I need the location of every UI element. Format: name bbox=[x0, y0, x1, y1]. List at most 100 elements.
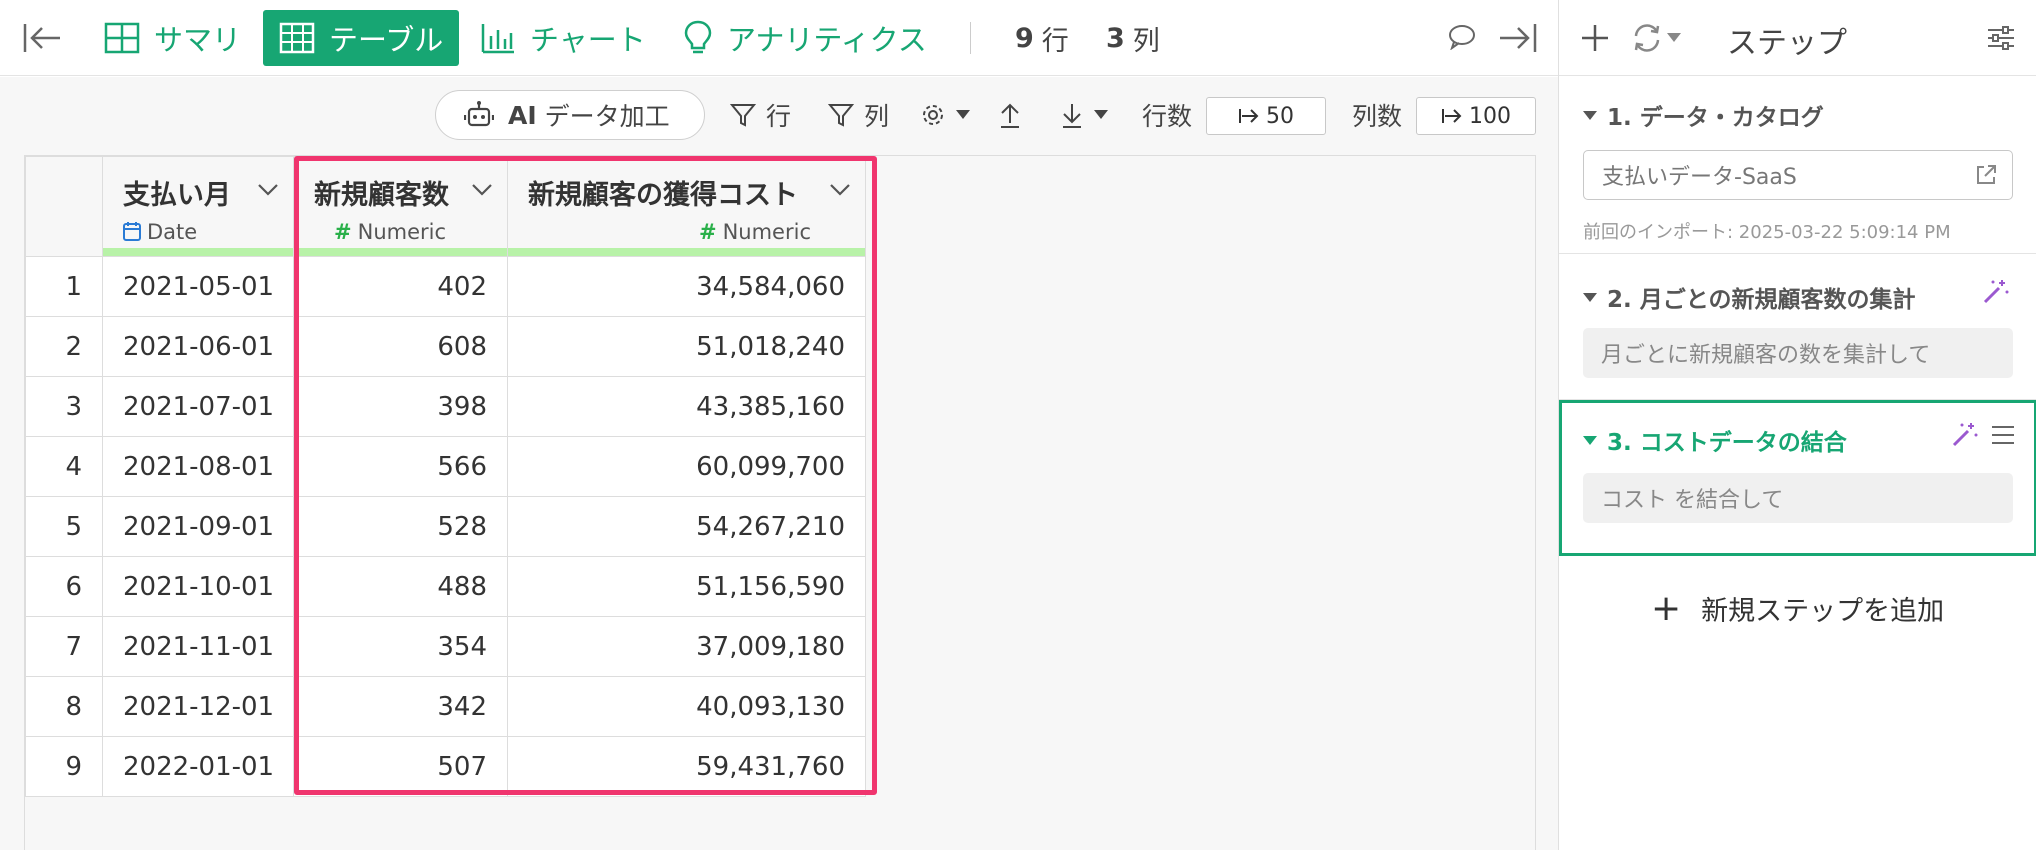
numeric-hash-icon: # bbox=[698, 220, 717, 244]
sort-ascending-button[interactable] bbox=[998, 90, 1032, 140]
numeric-hash-icon: # bbox=[334, 220, 352, 244]
payment-month-cell[interactable]: 2021-06-01 bbox=[102, 316, 294, 377]
sort-descending-dropdown[interactable] bbox=[1060, 90, 1118, 140]
new-customers-cell[interactable]: 528 bbox=[293, 496, 508, 557]
row-limit-label: 行数 bbox=[1142, 90, 1192, 140]
column-count: 3 列 bbox=[1106, 10, 1160, 66]
tab-summary[interactable]: サマリ bbox=[104, 10, 241, 66]
tab-summary-label: サマリ bbox=[154, 23, 242, 57]
payment-month-cell[interactable]: 2021-07-01 bbox=[102, 376, 294, 437]
column-filter-button[interactable]: 列 bbox=[828, 90, 889, 140]
gear-icon bbox=[923, 105, 943, 125]
filter-icon bbox=[828, 104, 854, 127]
row-number: 6 bbox=[25, 556, 103, 617]
column-limit-label-text: 列数 bbox=[1352, 102, 1403, 131]
step-2-title: 2. 月ごとの新規顧客数の集計 bbox=[1583, 280, 1916, 314]
tab-analytics[interactable]: アナリティクス bbox=[683, 10, 927, 66]
external-link-icon[interactable] bbox=[1974, 163, 1998, 187]
row-limit-input[interactable]: 50 bbox=[1206, 97, 1326, 135]
column-header-acquisition-cost[interactable]: 新規顧客の獲得コスト # Numeric bbox=[507, 156, 866, 257]
acquisition-cost-cell[interactable]: 59,431,760 bbox=[507, 736, 866, 797]
payment-month-cell[interactable]: 2022-01-01 bbox=[102, 736, 294, 797]
filter-icon bbox=[730, 104, 756, 127]
new-customers-cell[interactable]: 566 bbox=[293, 436, 508, 497]
arrow-right-bar-icon bbox=[1239, 109, 1259, 123]
payment-month-cell[interactable]: 2021-05-01 bbox=[102, 256, 294, 317]
robot-icon bbox=[464, 101, 494, 127]
caret-down-icon bbox=[1583, 435, 1597, 445]
row-number: 1 bbox=[25, 256, 103, 317]
column-header-new-customers[interactable]: 新規顧客数 # Numeric bbox=[293, 156, 508, 257]
step-3-box-text: コスト を結合して bbox=[1601, 488, 1784, 513]
chevron-down-icon[interactable] bbox=[257, 183, 279, 197]
chevron-down-icon[interactable] bbox=[829, 183, 851, 197]
add-step-button[interactable]: + 新規ステップを追加 bbox=[1651, 588, 1944, 629]
add-icon[interactable] bbox=[1579, 22, 1611, 58]
new-customers-cell[interactable]: 488 bbox=[293, 556, 508, 617]
column-type-label: Numeric bbox=[357, 220, 447, 244]
column-header-payment-month[interactable]: 支払い月 Date bbox=[102, 156, 294, 257]
caret-down-icon bbox=[1667, 33, 1681, 42]
acquisition-cost-cell[interactable]: 37,009,180 bbox=[507, 616, 866, 677]
payment-month-cell[interactable]: 2021-10-01 bbox=[102, 556, 294, 617]
row-number: 5 bbox=[25, 496, 103, 557]
payment-month-cell[interactable]: 2021-12-01 bbox=[102, 676, 294, 737]
new-customers-cell[interactable]: 608 bbox=[293, 316, 508, 377]
magic-wand-icon[interactable] bbox=[1950, 421, 1978, 449]
column-quality-bar bbox=[294, 248, 507, 256]
sliders-icon[interactable] bbox=[1985, 22, 2017, 58]
step-1-title-text: 1. データ・カタログ bbox=[1607, 105, 1824, 131]
column-name: 新規顧客の獲得コスト bbox=[528, 180, 798, 211]
new-customers-cell[interactable]: 402 bbox=[293, 256, 508, 317]
arrow-up-icon bbox=[1001, 103, 1019, 128]
table-row: 8 2021-12-01 342 40,093,130 bbox=[25, 676, 866, 737]
new-customers-cell[interactable]: 398 bbox=[293, 376, 508, 437]
column-count-unit: 列 bbox=[1132, 25, 1160, 57]
tab-chart[interactable]: チャート bbox=[480, 10, 646, 66]
ai-data-processing-button[interactable]: AI データ加工 bbox=[435, 90, 705, 140]
row-number: 2 bbox=[25, 316, 103, 377]
new-customers-cell[interactable]: 507 bbox=[293, 736, 508, 797]
magic-wand-icon[interactable] bbox=[1981, 278, 2009, 306]
column-limit-input[interactable]: 100 bbox=[1416, 97, 1536, 135]
step-2[interactable]: 2. 月ごとの新規顧客数の集計 月ごとに新規顧客の数を集計して bbox=[1559, 254, 2036, 400]
row-number: 7 bbox=[25, 616, 103, 677]
acquisition-cost-cell[interactable]: 60,099,700 bbox=[507, 436, 866, 497]
toolbar-divider bbox=[970, 22, 971, 54]
acquisition-cost-cell[interactable]: 51,156,590 bbox=[507, 556, 866, 617]
table-toolbar: AI データ加工 行 列 行数 50 列数 100 bbox=[0, 77, 1558, 155]
new-customers-cell[interactable]: 342 bbox=[293, 676, 508, 737]
payment-month-cell[interactable]: 2021-11-01 bbox=[102, 616, 294, 677]
collapse-left-icon[interactable] bbox=[22, 22, 62, 58]
caret-down-icon bbox=[956, 110, 970, 119]
data-catalog-input[interactable]: 支払いデータ-SaaS bbox=[1583, 150, 2013, 200]
step-2-instruction[interactable]: 月ごとに新規顧客の数を集計して bbox=[1583, 328, 2013, 378]
acquisition-cost-cell[interactable]: 54,267,210 bbox=[507, 496, 866, 557]
table-row: 9 2022-01-01 507 59,431,760 bbox=[25, 736, 866, 797]
chevron-down-icon[interactable] bbox=[471, 183, 493, 197]
tab-table[interactable]: テーブル bbox=[263, 10, 460, 66]
new-customers-cell[interactable]: 354 bbox=[293, 616, 508, 677]
payment-month-cell[interactable]: 2021-08-01 bbox=[102, 436, 294, 497]
menu-icon[interactable] bbox=[1990, 423, 2016, 447]
acquisition-cost-cell[interactable]: 34,584,060 bbox=[507, 256, 866, 317]
collapse-right-icon[interactable] bbox=[1498, 22, 1538, 58]
steps-panel-title: ステップ bbox=[1727, 26, 1847, 61]
step-1[interactable]: 1. データ・カタログ 支払いデータ-SaaS 前回のインポート: 2025-0… bbox=[1559, 76, 2036, 254]
row-filter-button[interactable]: 行 bbox=[730, 90, 791, 140]
comment-icon[interactable] bbox=[1448, 24, 1476, 54]
acquisition-cost-cell[interactable]: 51,018,240 bbox=[507, 316, 866, 377]
caret-down-icon bbox=[1583, 292, 1597, 302]
app-window: サマリ テーブル チャート アナリティクス 9 行 3 列 AI データ加工 行… bbox=[0, 0, 2036, 850]
refresh-dropdown[interactable] bbox=[1631, 22, 1681, 54]
settings-dropdown[interactable] bbox=[920, 90, 980, 140]
step-3[interactable]: 3. コストデータの結合 コスト を結合して bbox=[1559, 400, 2036, 556]
row-number-header bbox=[25, 156, 103, 257]
plus-icon: + bbox=[1651, 588, 1682, 629]
step-3-instruction[interactable]: コスト を結合して bbox=[1583, 473, 2013, 523]
row-limit-value: 50 bbox=[1266, 103, 1294, 129]
acquisition-cost-cell[interactable]: 40,093,130 bbox=[507, 676, 866, 737]
payment-month-cell[interactable]: 2021-09-01 bbox=[102, 496, 294, 557]
acquisition-cost-cell[interactable]: 43,385,160 bbox=[507, 376, 866, 437]
table-row: 6 2021-10-01 488 51,156,590 bbox=[25, 556, 866, 617]
